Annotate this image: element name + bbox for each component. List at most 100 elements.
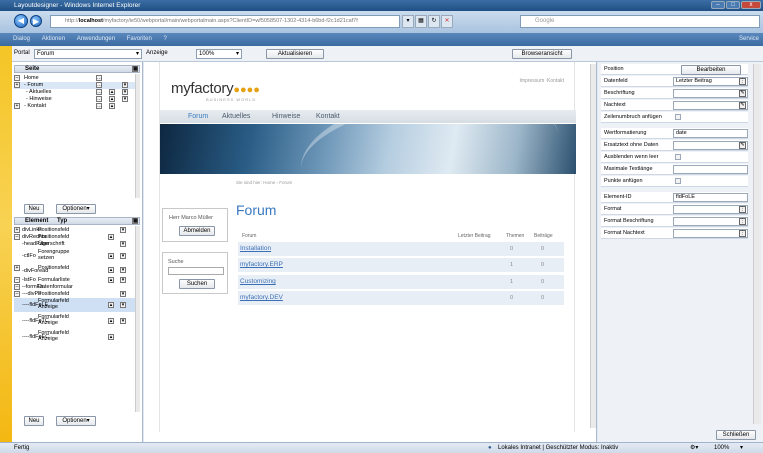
- new-page-button[interactable]: Neu: [24, 204, 44, 214]
- page-options-icon[interactable]: …: [96, 103, 102, 109]
- element-row[interactable]: ----fldFoTC Formularfeld Anzeige ▴ ▾: [14, 314, 140, 328]
- page-options-icon[interactable]: …: [96, 96, 102, 102]
- zoom-dropdown-icon[interactable]: ▾: [740, 443, 743, 453]
- page-item-home[interactable]: – Home …: [14, 75, 140, 82]
- new-element-button[interactable]: Neu: [24, 416, 44, 426]
- maximize-button[interactable]: □: [726, 1, 740, 9]
- pages-scrollbar[interactable]: [135, 74, 140, 198]
- text-editor-icon[interactable]: ✎: [739, 102, 746, 109]
- move-down-icon[interactable]: ▾: [120, 227, 126, 233]
- format-beschriftung-input[interactable]: [673, 217, 748, 226]
- refresh-icon[interactable]: ↻: [428, 15, 440, 28]
- properties-scrollbar[interactable]: [753, 64, 761, 424]
- menu-dialog[interactable]: Dialog: [13, 36, 30, 42]
- move-down-icon[interactable]: ▾: [122, 96, 128, 102]
- move-up-icon[interactable]: ▴: [109, 103, 115, 109]
- page-options-button[interactable]: Optionen▾: [56, 204, 96, 214]
- kontakt-link[interactable]: Kontakt: [547, 78, 564, 84]
- move-down-icon[interactable]: ▾: [120, 302, 126, 308]
- move-up-icon[interactable]: ▴: [108, 234, 114, 240]
- expand-icon[interactable]: +: [14, 265, 20, 271]
- text-editor-icon[interactable]: ✎: [739, 142, 746, 149]
- move-up-icon[interactable]: ▴: [108, 334, 114, 340]
- element-row[interactable]: + -divForead Positionsfeld ▴ ▾: [14, 265, 140, 275]
- forum-row[interactable]: Installation 0 0: [238, 242, 564, 256]
- preview-scrollbar[interactable]: [590, 64, 596, 428]
- compat-view-icon[interactable]: ▦: [415, 15, 427, 28]
- zoom-level[interactable]: 100%: [714, 443, 729, 453]
- nav-kontakt[interactable]: Kontakt: [316, 110, 340, 123]
- search-button[interactable]: Suchen: [179, 279, 215, 289]
- move-down-icon[interactable]: ▾: [122, 82, 128, 88]
- nav-hinweise[interactable]: Hinweise: [272, 110, 300, 123]
- expand-icon[interactable]: +: [14, 82, 20, 88]
- portal-select[interactable]: Forum: [34, 49, 142, 59]
- move-down-icon[interactable]: ▾: [120, 253, 126, 259]
- text-editor-icon[interactable]: ✎: [739, 90, 746, 97]
- move-down-icon[interactable]: ▾: [120, 267, 126, 273]
- forward-icon[interactable]: ▶: [30, 15, 42, 27]
- forum-link[interactable]: myfactory.ERP: [240, 258, 283, 272]
- impressum-link[interactable]: Impressum: [520, 78, 545, 84]
- nav-forum[interactable]: Forum: [188, 110, 208, 123]
- menu-help[interactable]: ?: [163, 36, 166, 42]
- menu-service[interactable]: Service: [739, 33, 759, 46]
- element-row[interactable]: – ---divPo Positionsfeld ▾: [14, 291, 140, 298]
- back-icon[interactable]: ◀: [14, 14, 28, 28]
- page-item-hinweise[interactable]: - Hinweise … ▴ ▾: [14, 96, 140, 103]
- format-input[interactable]: [673, 205, 748, 214]
- forum-link[interactable]: Customizing: [240, 275, 276, 289]
- collapse-icon[interactable]: –: [14, 234, 20, 240]
- move-up-icon[interactable]: ▴: [109, 96, 115, 102]
- refresh-button[interactable]: Aktualisieren: [266, 49, 324, 59]
- protected-mode-icon[interactable]: ⚙▾: [690, 443, 698, 453]
- page-options-icon[interactable]: …: [96, 82, 102, 88]
- page-item-forum[interactable]: + - Forum … ▾: [14, 82, 140, 89]
- collapse-icon[interactable]: –: [14, 277, 20, 283]
- element-row-selected[interactable]: ----fldFoLE Formularfeld Anzeige ▴ ▾: [14, 298, 140, 312]
- zeilenumbruch-checkbox[interactable]: [675, 114, 681, 120]
- forum-row[interactable]: myfactory.ERP 1 0: [238, 258, 564, 272]
- close-button[interactable]: Schließen: [716, 430, 756, 440]
- move-up-icon[interactable]: ▴: [109, 89, 115, 95]
- field-picker-icon[interactable]: ⋮: [739, 218, 746, 225]
- forum-link[interactable]: myfactory.DEV: [240, 291, 283, 305]
- forum-row[interactable]: myfactory.DEV 0 0: [238, 291, 564, 305]
- menu-anwendungen[interactable]: Anwendungen: [77, 36, 115, 42]
- field-picker-icon[interactable]: ⋮: [739, 78, 746, 85]
- punkte-checkbox[interactable]: [675, 178, 681, 184]
- minimize-button[interactable]: –: [711, 1, 725, 9]
- elements-scrollbar[interactable]: [135, 226, 140, 412]
- move-up-icon[interactable]: ▴: [108, 267, 114, 273]
- field-picker-icon[interactable]: ⋮: [739, 230, 746, 237]
- element-row[interactable]: + divLinks Positionsfeld ▾: [14, 227, 140, 234]
- element-options-button[interactable]: Optionen▾: [56, 416, 96, 426]
- grid-icon[interactable]: ▦: [132, 218, 138, 224]
- element-row[interactable]: -headPage Überschrift ▾: [14, 241, 140, 248]
- forum-link[interactable]: Installation: [240, 242, 271, 256]
- element-row[interactable]: – divRechts Positionsfeld ▴: [14, 234, 140, 241]
- beschriftung-input[interactable]: [673, 89, 748, 98]
- maxlaenge-input[interactable]: [673, 165, 748, 174]
- collapse-icon[interactable]: –: [14, 284, 20, 290]
- expand-icon[interactable]: +: [14, 103, 20, 109]
- element-row[interactable]: – --formFo Datenformular: [14, 284, 140, 291]
- edit-button[interactable]: Bearbeiten: [681, 65, 741, 75]
- page-item-aktuelles[interactable]: - Aktuelles … ▴ ▾: [14, 89, 140, 96]
- menu-favoriten[interactable]: Favoriten: [127, 36, 152, 42]
- move-up-icon[interactable]: ▴: [108, 277, 114, 283]
- move-down-icon[interactable]: ▾: [120, 277, 126, 283]
- element-id-value[interactable]: fldFoLE: [673, 193, 748, 202]
- nav-aktuelles[interactable]: Aktuelles: [222, 110, 250, 123]
- forum-row[interactable]: Customizing 1 0: [238, 275, 564, 289]
- move-up-icon[interactable]: ▴: [108, 302, 114, 308]
- move-up-icon[interactable]: ▴: [108, 253, 114, 259]
- dropdown-icon[interactable]: ▾: [402, 15, 414, 28]
- site-search-input[interactable]: [168, 267, 224, 275]
- collapse-icon[interactable]: –: [14, 75, 20, 81]
- search-input[interactable]: Google: [520, 15, 760, 28]
- page-options-icon[interactable]: …: [96, 89, 102, 95]
- move-up-icon[interactable]: ▴: [108, 318, 114, 324]
- grid-icon[interactable]: ▦: [132, 66, 138, 72]
- element-row[interactable]: -ctlFo Forengruppe setzen ▴ ▾: [14, 249, 140, 263]
